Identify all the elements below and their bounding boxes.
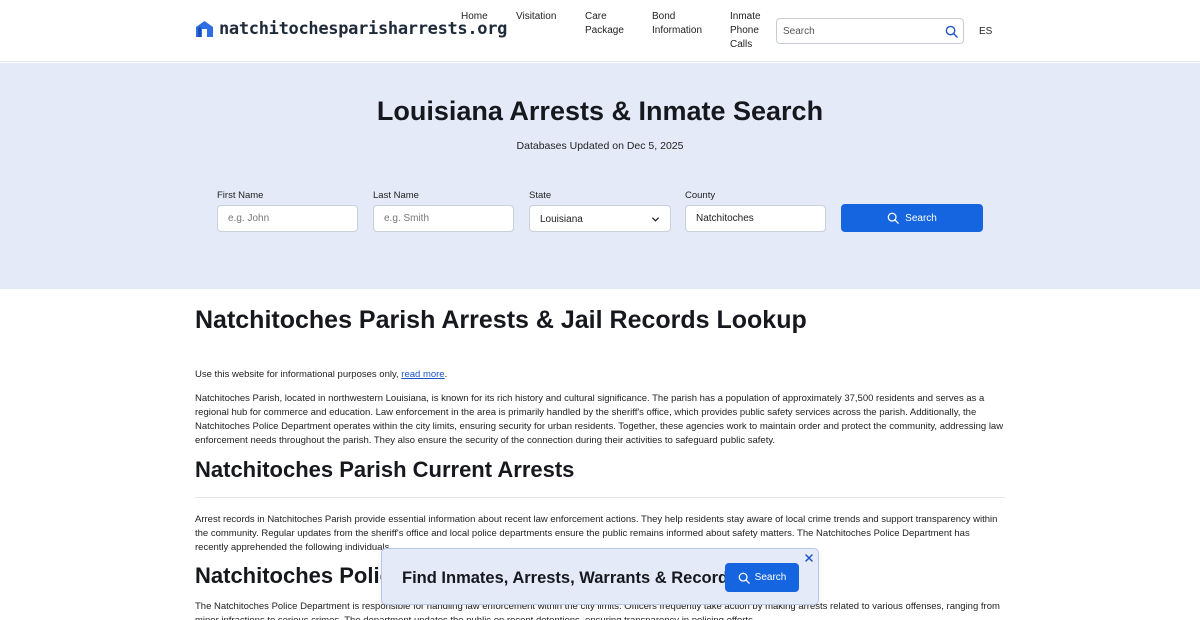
county-label: County bbox=[685, 190, 716, 201]
hero-search-button[interactable]: Search bbox=[841, 204, 983, 232]
section-divider bbox=[195, 497, 1005, 498]
page-title: Natchitoches Parish Arrests & Jail Recor… bbox=[195, 306, 807, 334]
current-arrests-heading: Natchitoches Parish Current Arrests bbox=[195, 457, 575, 482]
first-name-field[interactable] bbox=[217, 205, 358, 232]
nav-visitation[interactable]: Visitation bbox=[516, 10, 556, 24]
state-select[interactable]: Louisiana bbox=[529, 205, 671, 232]
banner-text: Find Inmates, Arrests, Warrants & Record… bbox=[402, 569, 738, 587]
state-select-value: Louisiana bbox=[540, 214, 583, 225]
state-label: State bbox=[529, 190, 552, 201]
last-name-field[interactable] bbox=[373, 205, 514, 232]
banner-search-button-label: Search bbox=[754, 572, 787, 583]
site-header: natchitochesparisharrests.org Home Visit… bbox=[0, 0, 1200, 62]
first-name-label: First Name bbox=[217, 190, 264, 201]
disclaimer-text: Use this website for informational purpo… bbox=[195, 368, 1005, 382]
hero-search-button-label: Search bbox=[905, 212, 937, 224]
county-field[interactable] bbox=[685, 205, 826, 232]
search-icon[interactable] bbox=[945, 25, 958, 38]
home-logo-icon bbox=[196, 21, 213, 37]
last-name-label: Last Name bbox=[373, 190, 419, 201]
read-more-link[interactable]: read more bbox=[401, 369, 444, 380]
hero-search-section: Louisiana Arrests & Inmate Search Databa… bbox=[0, 63, 1200, 289]
language-toggle[interactable]: ES bbox=[979, 26, 992, 37]
nav-home[interactable]: Home bbox=[461, 10, 488, 24]
disclaimer-suffix: . bbox=[444, 369, 448, 380]
hero-title: Louisiana Arrests & Inmate Search bbox=[376, 96, 824, 126]
nav-inmate-phone-calls[interactable]: Inmate Phone Calls bbox=[730, 10, 761, 52]
banner-search-button[interactable]: Search bbox=[725, 563, 799, 592]
nav-bond-information[interactable]: Bond Information bbox=[652, 10, 702, 38]
search-icon bbox=[887, 212, 899, 224]
disclaimer-prefix: Use this website for informational purpo… bbox=[195, 369, 402, 380]
nav-care-package[interactable]: Care Package bbox=[585, 10, 624, 38]
intro-paragraph: Natchitoches Parish, located in northwes… bbox=[195, 393, 1004, 446]
floating-search-banner: Find Inmates, Arrests, Warrants & Record… bbox=[381, 548, 819, 605]
close-icon[interactable] bbox=[804, 553, 814, 563]
header-search bbox=[776, 18, 964, 44]
hero-subtitle: Databases Updated on Dec 5, 2025 bbox=[516, 140, 684, 152]
search-icon bbox=[738, 572, 750, 584]
chevron-down-icon bbox=[651, 217, 660, 222]
header-search-input[interactable] bbox=[777, 19, 937, 43]
